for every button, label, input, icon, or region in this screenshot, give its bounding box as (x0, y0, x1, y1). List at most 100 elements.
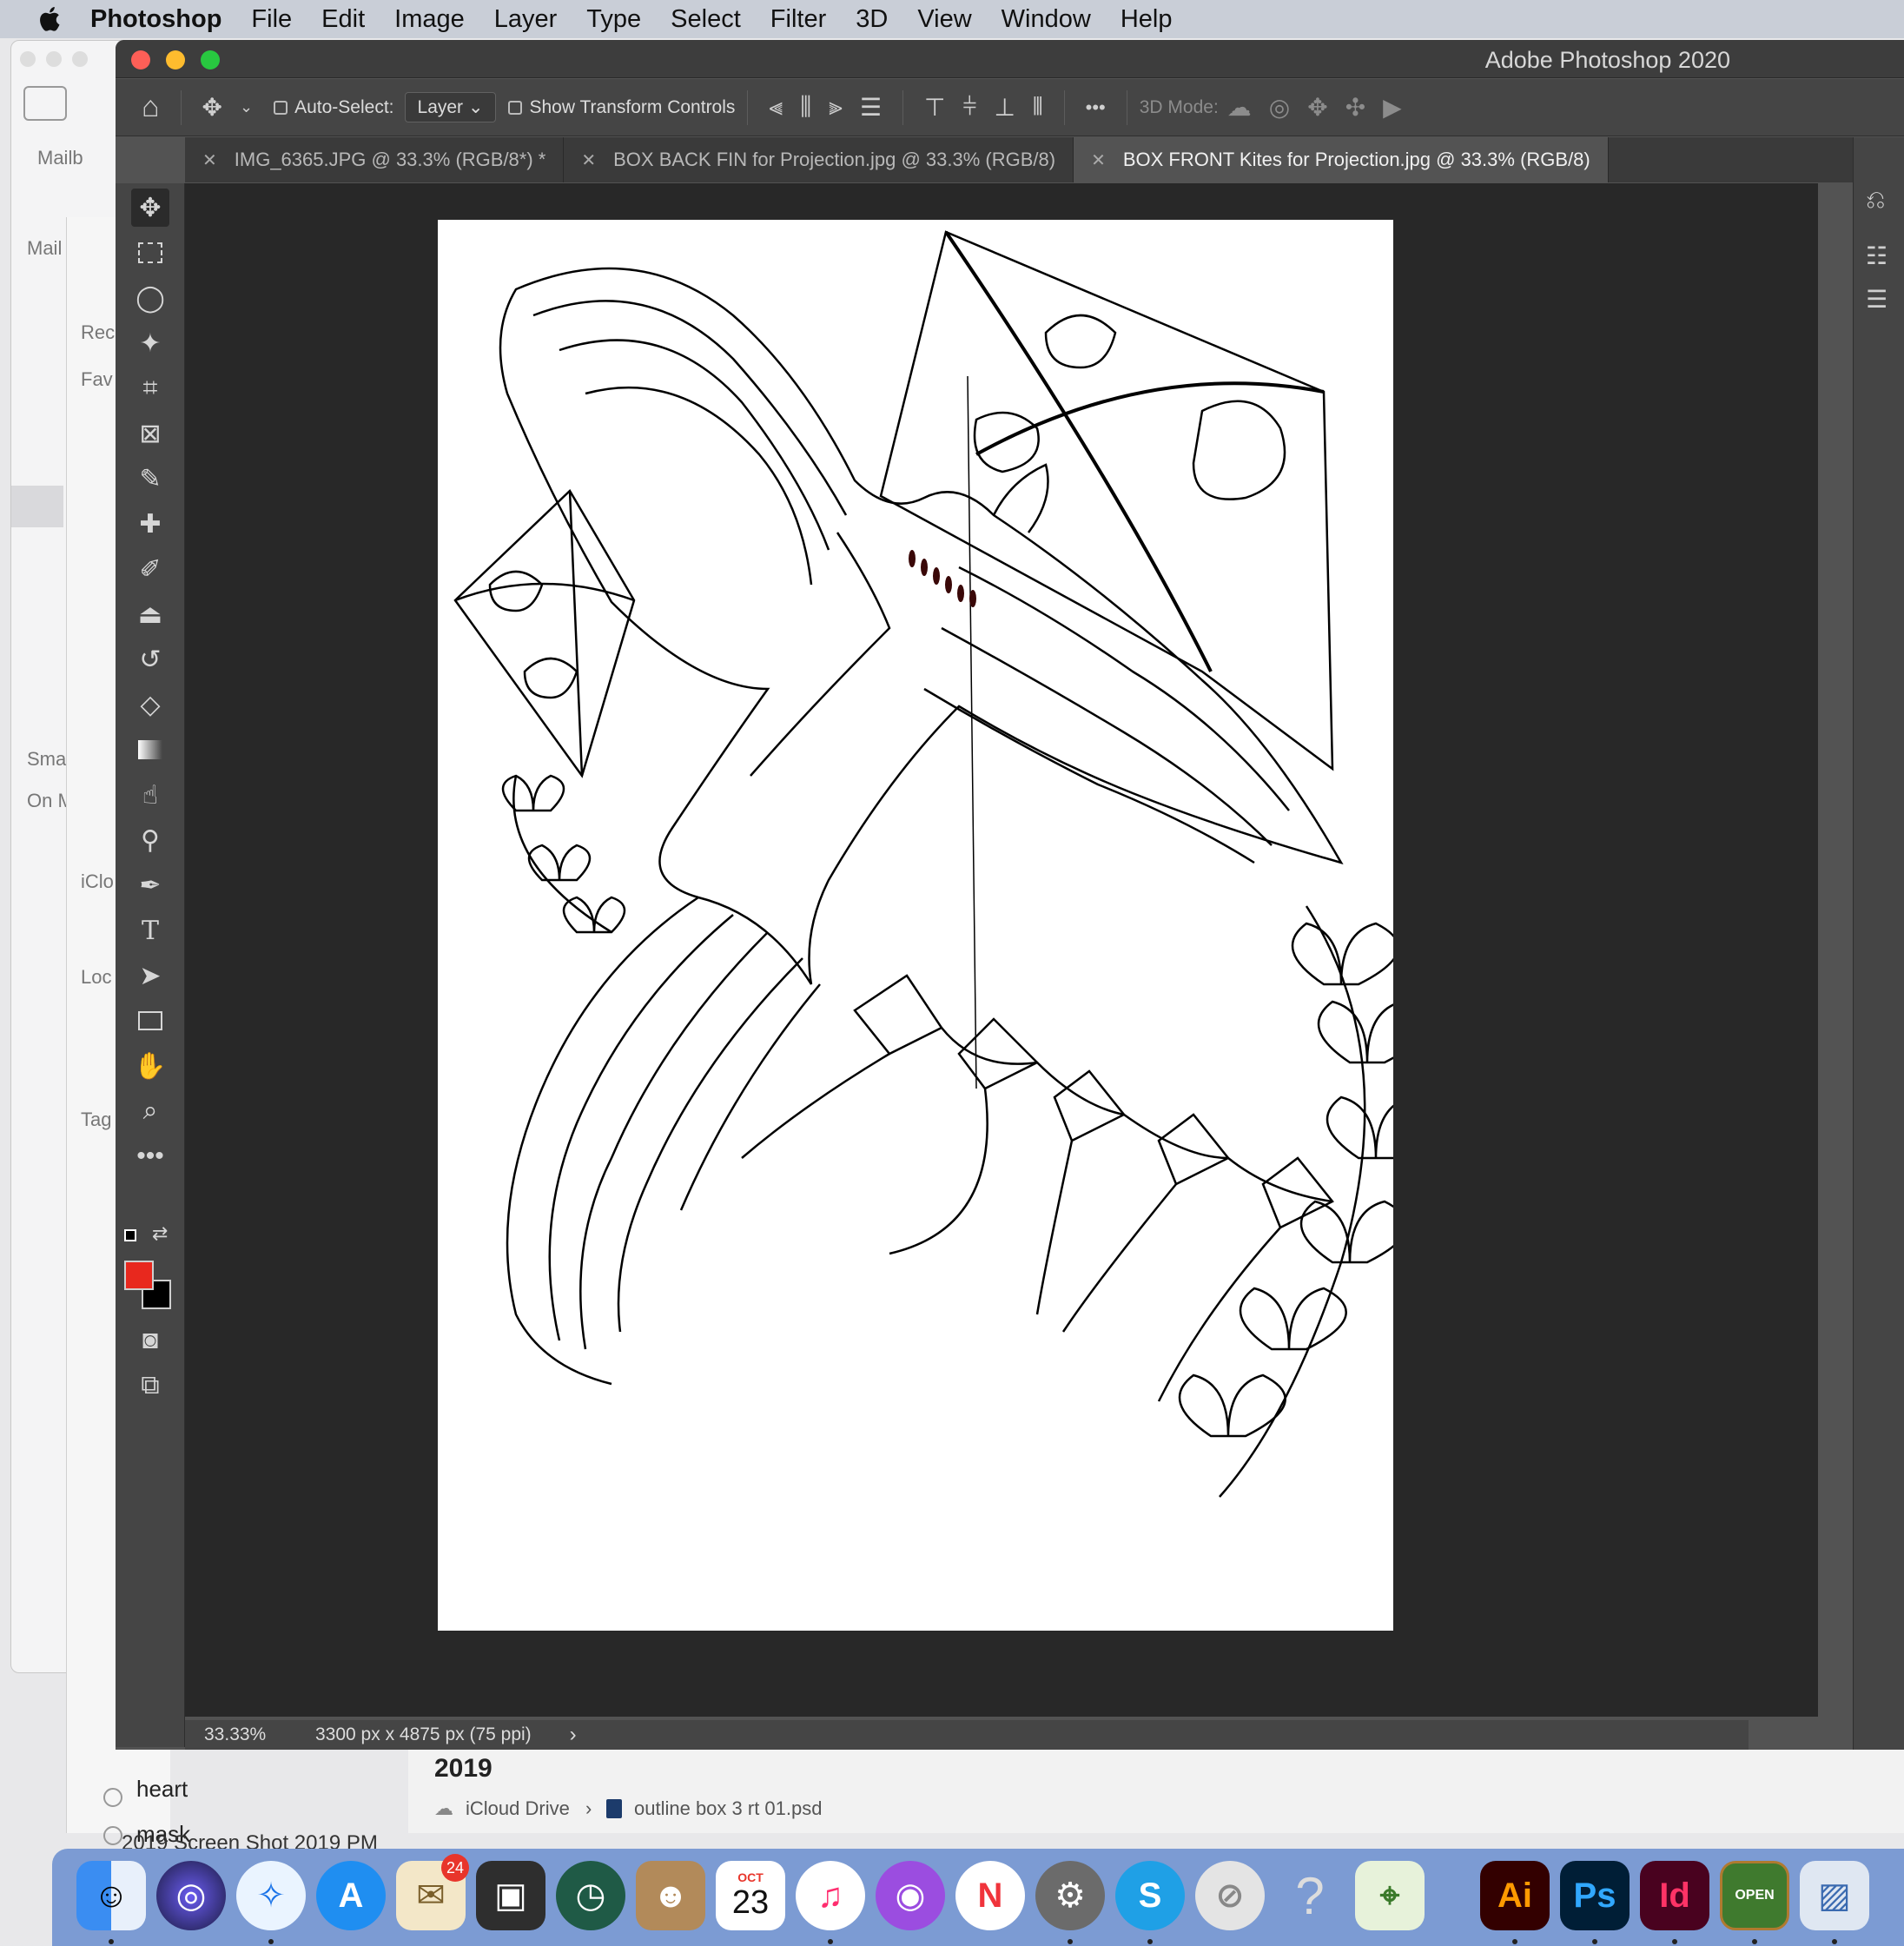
history-brush-tool[interactable]: ↺ (131, 640, 169, 678)
canvas-area[interactable] (185, 183, 1818, 1717)
apple-menu-icon[interactable] (35, 3, 66, 35)
zoom-level[interactable]: 33.33% (204, 1724, 291, 1745)
menu-edit[interactable]: Edit (321, 5, 365, 34)
menu-3d[interactable]: 3D (856, 5, 888, 34)
contacts-icon[interactable]: ☻ (636, 1861, 705, 1930)
siri-icon[interactable]: ◎ (156, 1861, 226, 1930)
auto-select-dropdown[interactable]: Layer ⌄ (404, 92, 497, 122)
quick-mask-tool[interactable]: ◙ (131, 1321, 169, 1360)
safari-icon[interactable]: ✧ (236, 1861, 306, 1930)
stamp-tool[interactable]: ⏏ (131, 595, 169, 633)
foreground-color-swatch[interactable] (124, 1261, 154, 1290)
marquee-tool[interactable] (131, 234, 169, 272)
close-icon[interactable]: ✕ (581, 149, 596, 171)
rectangle-tool[interactable] (131, 1002, 169, 1040)
podcasts-icon[interactable]: ◉ (876, 1861, 945, 1930)
more-tools[interactable]: ••• (131, 1137, 169, 1175)
window-zoom-button[interactable] (201, 50, 220, 70)
3d-scale-icon[interactable]: ▶ (1383, 93, 1402, 122)
healing-tool[interactable]: ✚ (131, 505, 169, 543)
show-transform-checkbox[interactable] (508, 100, 523, 115)
3d-roll-icon[interactable]: ◎ (1269, 93, 1290, 122)
photoshop-icon[interactable]: Ps (1560, 1861, 1630, 1930)
skype-icon[interactable]: S (1115, 1861, 1185, 1930)
menu-file[interactable]: File (251, 5, 292, 34)
gradient-tool[interactable] (131, 731, 169, 769)
close-icon[interactable]: ✕ (1091, 149, 1106, 171)
align-bottom-icon[interactable]: ⊥ (994, 93, 1015, 122)
dodge-tool[interactable]: ⚲ (131, 821, 169, 859)
distribute-vertical-icon[interactable]: ⫴ (1033, 93, 1043, 122)
eraser-tool[interactable]: ◇ (131, 685, 169, 724)
menu-select[interactable]: Select (671, 5, 741, 34)
illustrator-icon[interactable]: Ai (1480, 1861, 1550, 1930)
tab-box-front[interactable]: ✕ BOX FRONT Kites for Projection.jpg @ 33… (1074, 137, 1609, 182)
mail-close-button[interactable] (20, 51, 36, 67)
mailboxes-label[interactable]: Mailb (37, 147, 83, 169)
time-machine-icon[interactable]: ◷ (556, 1861, 625, 1930)
indesign-icon[interactable]: Id (1640, 1861, 1709, 1930)
path-icloud-drive[interactable]: iCloud Drive (466, 1797, 570, 1820)
app-store-icon[interactable]: A (316, 1861, 386, 1930)
music-icon[interactable]: ♫ (796, 1861, 865, 1930)
hand-tool[interactable]: ✋ (131, 1047, 169, 1085)
compose-icon[interactable] (23, 86, 67, 121)
3d-pan-icon[interactable]: ✥ (1307, 93, 1327, 122)
finder-icon[interactable]: ☺ (76, 1861, 146, 1930)
history-panel-icon[interactable]: ⎌ (1866, 186, 1885, 215)
mail-zoom-button[interactable] (72, 51, 88, 67)
maps-icon[interactable]: ⌖ (1355, 1861, 1425, 1930)
home-icon[interactable]: ⌂ (142, 90, 160, 124)
swap-colors-icon[interactable]: ⇄ (152, 1222, 168, 1245)
selected-mailbox-row[interactable] (11, 486, 63, 527)
open-sign-icon[interactable]: OPEN (1720, 1861, 1789, 1930)
align-middle-icon[interactable]: ⫩ (962, 93, 976, 122)
menu-type[interactable]: Type (586, 5, 641, 34)
3d-slide-icon[interactable]: ✣ (1345, 93, 1365, 122)
menu-app-name[interactable]: Photoshop (90, 5, 221, 34)
tag-heart[interactable]: heart (136, 1776, 188, 1803)
default-colors-icon[interactable] (124, 1229, 136, 1241)
window-close-button[interactable] (131, 50, 150, 70)
distribute-icon[interactable]: ☰ (860, 93, 882, 122)
news-icon[interactable]: N (955, 1861, 1025, 1930)
auto-select-checkbox[interactable] (274, 100, 288, 115)
align-center-icon[interactable]: ⫼ (800, 93, 811, 122)
status-menu-arrow[interactable]: › (570, 1723, 577, 1747)
menu-window[interactable]: Window (1002, 5, 1091, 34)
document-canvas[interactable] (438, 220, 1434, 1631)
magic-wand-tool[interactable]: ✦ (131, 324, 169, 362)
mail-minimize-button[interactable] (46, 51, 62, 67)
photo-booth-icon[interactable]: ▣ (476, 1861, 545, 1930)
menu-image[interactable]: Image (394, 5, 465, 34)
window-minimize-button[interactable] (166, 50, 185, 70)
menu-view[interactable]: View (917, 5, 971, 34)
align-top-icon[interactable]: ⊤ (924, 93, 945, 122)
more-options-button[interactable]: ••• (1086, 96, 1106, 119)
smudge-tool[interactable]: ☝ (131, 776, 169, 814)
menu-layer[interactable]: Layer (494, 5, 558, 34)
lasso-tool[interactable]: ◯ (131, 279, 169, 317)
brush-tool[interactable]: ✐ (131, 550, 169, 588)
recents-label[interactable]: Rec (81, 321, 115, 344)
3d-orbit-icon[interactable]: ☁ (1227, 93, 1252, 122)
menu-filter[interactable]: Filter (770, 5, 826, 34)
frame-tool[interactable]: ⊠ (131, 414, 169, 453)
zoom-tool[interactable]: ⌕ (131, 1092, 169, 1130)
calendar-icon[interactable]: OCT 23 (716, 1861, 785, 1930)
crop-tool[interactable]: ⌗ (131, 369, 169, 407)
type-tool[interactable]: T (131, 911, 169, 950)
align-left-icon[interactable]: ⫷ (769, 93, 783, 122)
move-tool[interactable]: ✥ (131, 189, 169, 227)
path-file[interactable]: outline box 3 rt 01.psd (634, 1797, 822, 1820)
preview-icon[interactable]: ▨ (1800, 1861, 1869, 1930)
align-right-icon[interactable]: ⫸ (829, 93, 843, 122)
tag-circle-icon[interactable] (103, 1788, 122, 1807)
adjustments-icon[interactable]: ☰ (1866, 285, 1887, 314)
system-preferences-icon[interactable]: ⚙ (1035, 1861, 1105, 1930)
tab-img-6365[interactable]: ✕ IMG_6365.JPG @ 33.3% (RGB/8*) * (185, 137, 565, 182)
disabled-app-icon[interactable]: ⊘ (1195, 1861, 1265, 1930)
tag-circle-icon[interactable] (103, 1826, 122, 1845)
path-select-tool[interactable]: ➤ (131, 956, 169, 995)
tab-box-back[interactable]: ✕ BOX BACK FIN for Projection.jpg @ 33.3%… (564, 137, 1074, 182)
